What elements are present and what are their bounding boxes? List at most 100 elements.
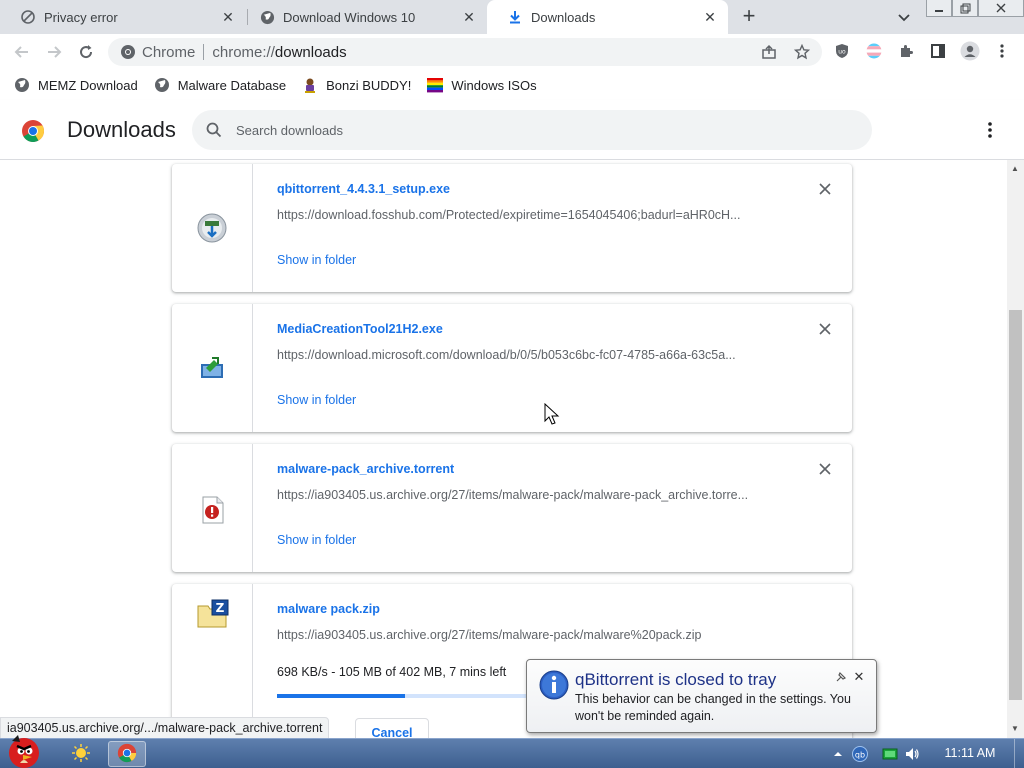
page-title: Downloads: [67, 117, 176, 142]
tab-title: Downloads: [531, 9, 596, 25]
back-button[interactable]: [12, 42, 32, 62]
bookmark-label: Windows ISOs: [451, 77, 537, 93]
browser-menu-icon[interactable]: [994, 43, 1010, 59]
close-tab-icon[interactable]: ✕: [461, 9, 477, 25]
bookmark-label: Malware Database: [177, 77, 287, 93]
back-arrow-icon: [14, 46, 28, 58]
tab-downloads[interactable]: Downloads ✕: [487, 0, 728, 34]
bookmark-label: Bonzi BUDDY!: [326, 77, 412, 93]
tab-title: Privacy error: [44, 9, 118, 25]
tab-strip: Privacy error ✕ Download Windows 10 ✕ Do…: [0, 0, 1024, 34]
qbittorrent-installer-icon: [196, 212, 228, 244]
download-source-url[interactable]: https://download.fosshub.com/Protected/e…: [277, 208, 777, 222]
show-in-folder-link[interactable]: Show in folder: [277, 393, 356, 407]
mouse-cursor-icon: [544, 402, 560, 427]
torrent-file-icon: [196, 494, 228, 526]
download-progress-fill: [277, 694, 405, 698]
reload-button[interactable]: [76, 42, 96, 62]
info-icon: [539, 670, 569, 700]
chrome-icon: [117, 743, 137, 766]
taskbar-explorer-button[interactable]: [62, 741, 100, 767]
forward-arrow-icon: [48, 46, 62, 58]
download-source-url[interactable]: https://ia903405.us.archive.org/27/items…: [277, 628, 777, 642]
close-tab-icon[interactable]: ✕: [702, 9, 718, 25]
scrollbar-thumb[interactable]: [1009, 310, 1022, 700]
forward-button[interactable]: [44, 42, 64, 62]
remove-download-close-icon[interactable]: [818, 462, 832, 476]
show-in-folder-link[interactable]: Show in folder: [277, 253, 356, 267]
bookmark-windows-isos[interactable]: Windows ISOs: [427, 77, 537, 93]
bookmark-malware-database[interactable]: Malware Database: [154, 77, 286, 93]
downloads-header: Downloads: [0, 100, 1024, 160]
windows-taskbar: qb 11:11 AM: [0, 735, 1024, 768]
chip-divider: [203, 44, 205, 60]
network-icon[interactable]: [882, 746, 898, 762]
media-creation-tool-icon: [196, 352, 228, 384]
pin-icon[interactable]: [835, 671, 847, 686]
url-path: downloads: [274, 43, 347, 61]
reload-icon: [80, 45, 93, 59]
share-icon[interactable]: [761, 44, 777, 60]
download-filename-link[interactable]: malware pack.zip: [277, 602, 380, 616]
chrome-logo-icon: [21, 119, 45, 143]
volume-icon[interactable]: [904, 746, 920, 762]
link-status-bubble: ia903405.us.archive.org/.../malware-pack…: [0, 717, 330, 739]
tab-privacy-error[interactable]: Privacy error ✕: [0, 0, 246, 34]
warning-icon: [20, 9, 36, 25]
bookmarks-bar: MEMZ Download Malware Database Bonzi BUD…: [0, 70, 1024, 100]
url-text: chrome://downloads: [212, 44, 346, 61]
ublock-icon[interactable]: uo: [834, 43, 850, 59]
show-in-folder-link[interactable]: Show in folder: [277, 533, 356, 547]
notification-body: This behavior can be changed in the sett…: [575, 692, 851, 723]
remove-download-close-icon[interactable]: [818, 182, 832, 196]
site-chip-label: Chrome: [142, 43, 196, 61]
minimize-button[interactable]: [926, 0, 952, 17]
show-hidden-icons-arrow-icon[interactable]: [830, 746, 846, 762]
chrome-site-icon: [120, 44, 136, 60]
taskbar-chrome-button[interactable]: [108, 741, 146, 767]
extensions-puzzle-icon[interactable]: [898, 43, 914, 59]
close-tab-icon[interactable]: ✕: [220, 9, 236, 25]
zip-folder-icon: Z: [196, 598, 229, 630]
search-downloads-box[interactable]: [192, 110, 872, 150]
browser-toolbar: Chrome chrome://downloads uo: [0, 34, 1024, 70]
tab-download-windows-10[interactable]: Download Windows 10 ✕: [239, 0, 487, 34]
search-icon[interactable]: [204, 120, 224, 140]
scroll-down-arrow-icon[interactable]: ▼: [1011, 724, 1019, 733]
start-button-angry-bird-icon[interactable]: [2, 731, 48, 768]
trans-flag-extension-icon[interactable]: [866, 43, 882, 59]
address-bar[interactable]: Chrome chrome://downloads: [108, 38, 822, 66]
download-source-url[interactable]: https://ia903405.us.archive.org/27/items…: [277, 488, 777, 502]
window-close-button[interactable]: [978, 0, 1024, 17]
profile-avatar-icon[interactable]: [960, 41, 980, 61]
download-icon: [507, 9, 523, 25]
download-filename-link[interactable]: malware-pack_archive.torrent: [277, 462, 454, 476]
qbittorrent-tray-notification[interactable]: qBittorrent is closed to tray This behav…: [526, 659, 877, 733]
folder-sun-icon: [71, 743, 91, 766]
page-scrollbar[interactable]: ▲ ▼: [1007, 160, 1024, 738]
notification-close-icon[interactable]: ✕: [852, 670, 866, 684]
bookmark-bonzi-buddy[interactable]: Bonzi BUDDY!: [302, 77, 411, 93]
maximize-button[interactable]: [952, 0, 978, 17]
qbittorrent-tray-icon[interactable]: qb: [852, 746, 868, 762]
download-source-url[interactable]: https://download.microsoft.com/download/…: [277, 348, 777, 362]
notification-title: qBittorrent is closed to tray: [575, 670, 777, 689]
remove-download-close-icon[interactable]: [818, 322, 832, 336]
side-panel-icon[interactable]: [930, 43, 946, 59]
svg-text:qb: qb: [855, 751, 865, 760]
tab-search-chevron-icon[interactable]: [896, 9, 912, 25]
globe-icon: [154, 77, 170, 93]
svg-text:Z: Z: [216, 601, 225, 615]
downloads-menu-icon[interactable]: [980, 120, 1000, 140]
download-filename-link[interactable]: qbittorrent_4.4.3.1_setup.exe: [277, 182, 450, 196]
taskbar-clock[interactable]: 11:11 AM: [930, 746, 1010, 760]
search-downloads-input[interactable]: [236, 122, 836, 138]
bonzi-icon: [302, 77, 318, 93]
bookmark-star-icon[interactable]: [793, 43, 811, 60]
windows-flag-icon: [427, 77, 444, 93]
show-desktop-button[interactable]: [1014, 739, 1024, 768]
bookmark-memz-download[interactable]: MEMZ Download: [14, 77, 138, 93]
download-filename-link[interactable]: MediaCreationTool21H2.exe: [277, 322, 443, 336]
new-tab-button[interactable]: +: [738, 5, 760, 28]
scroll-up-arrow-icon[interactable]: ▲: [1011, 164, 1019, 173]
